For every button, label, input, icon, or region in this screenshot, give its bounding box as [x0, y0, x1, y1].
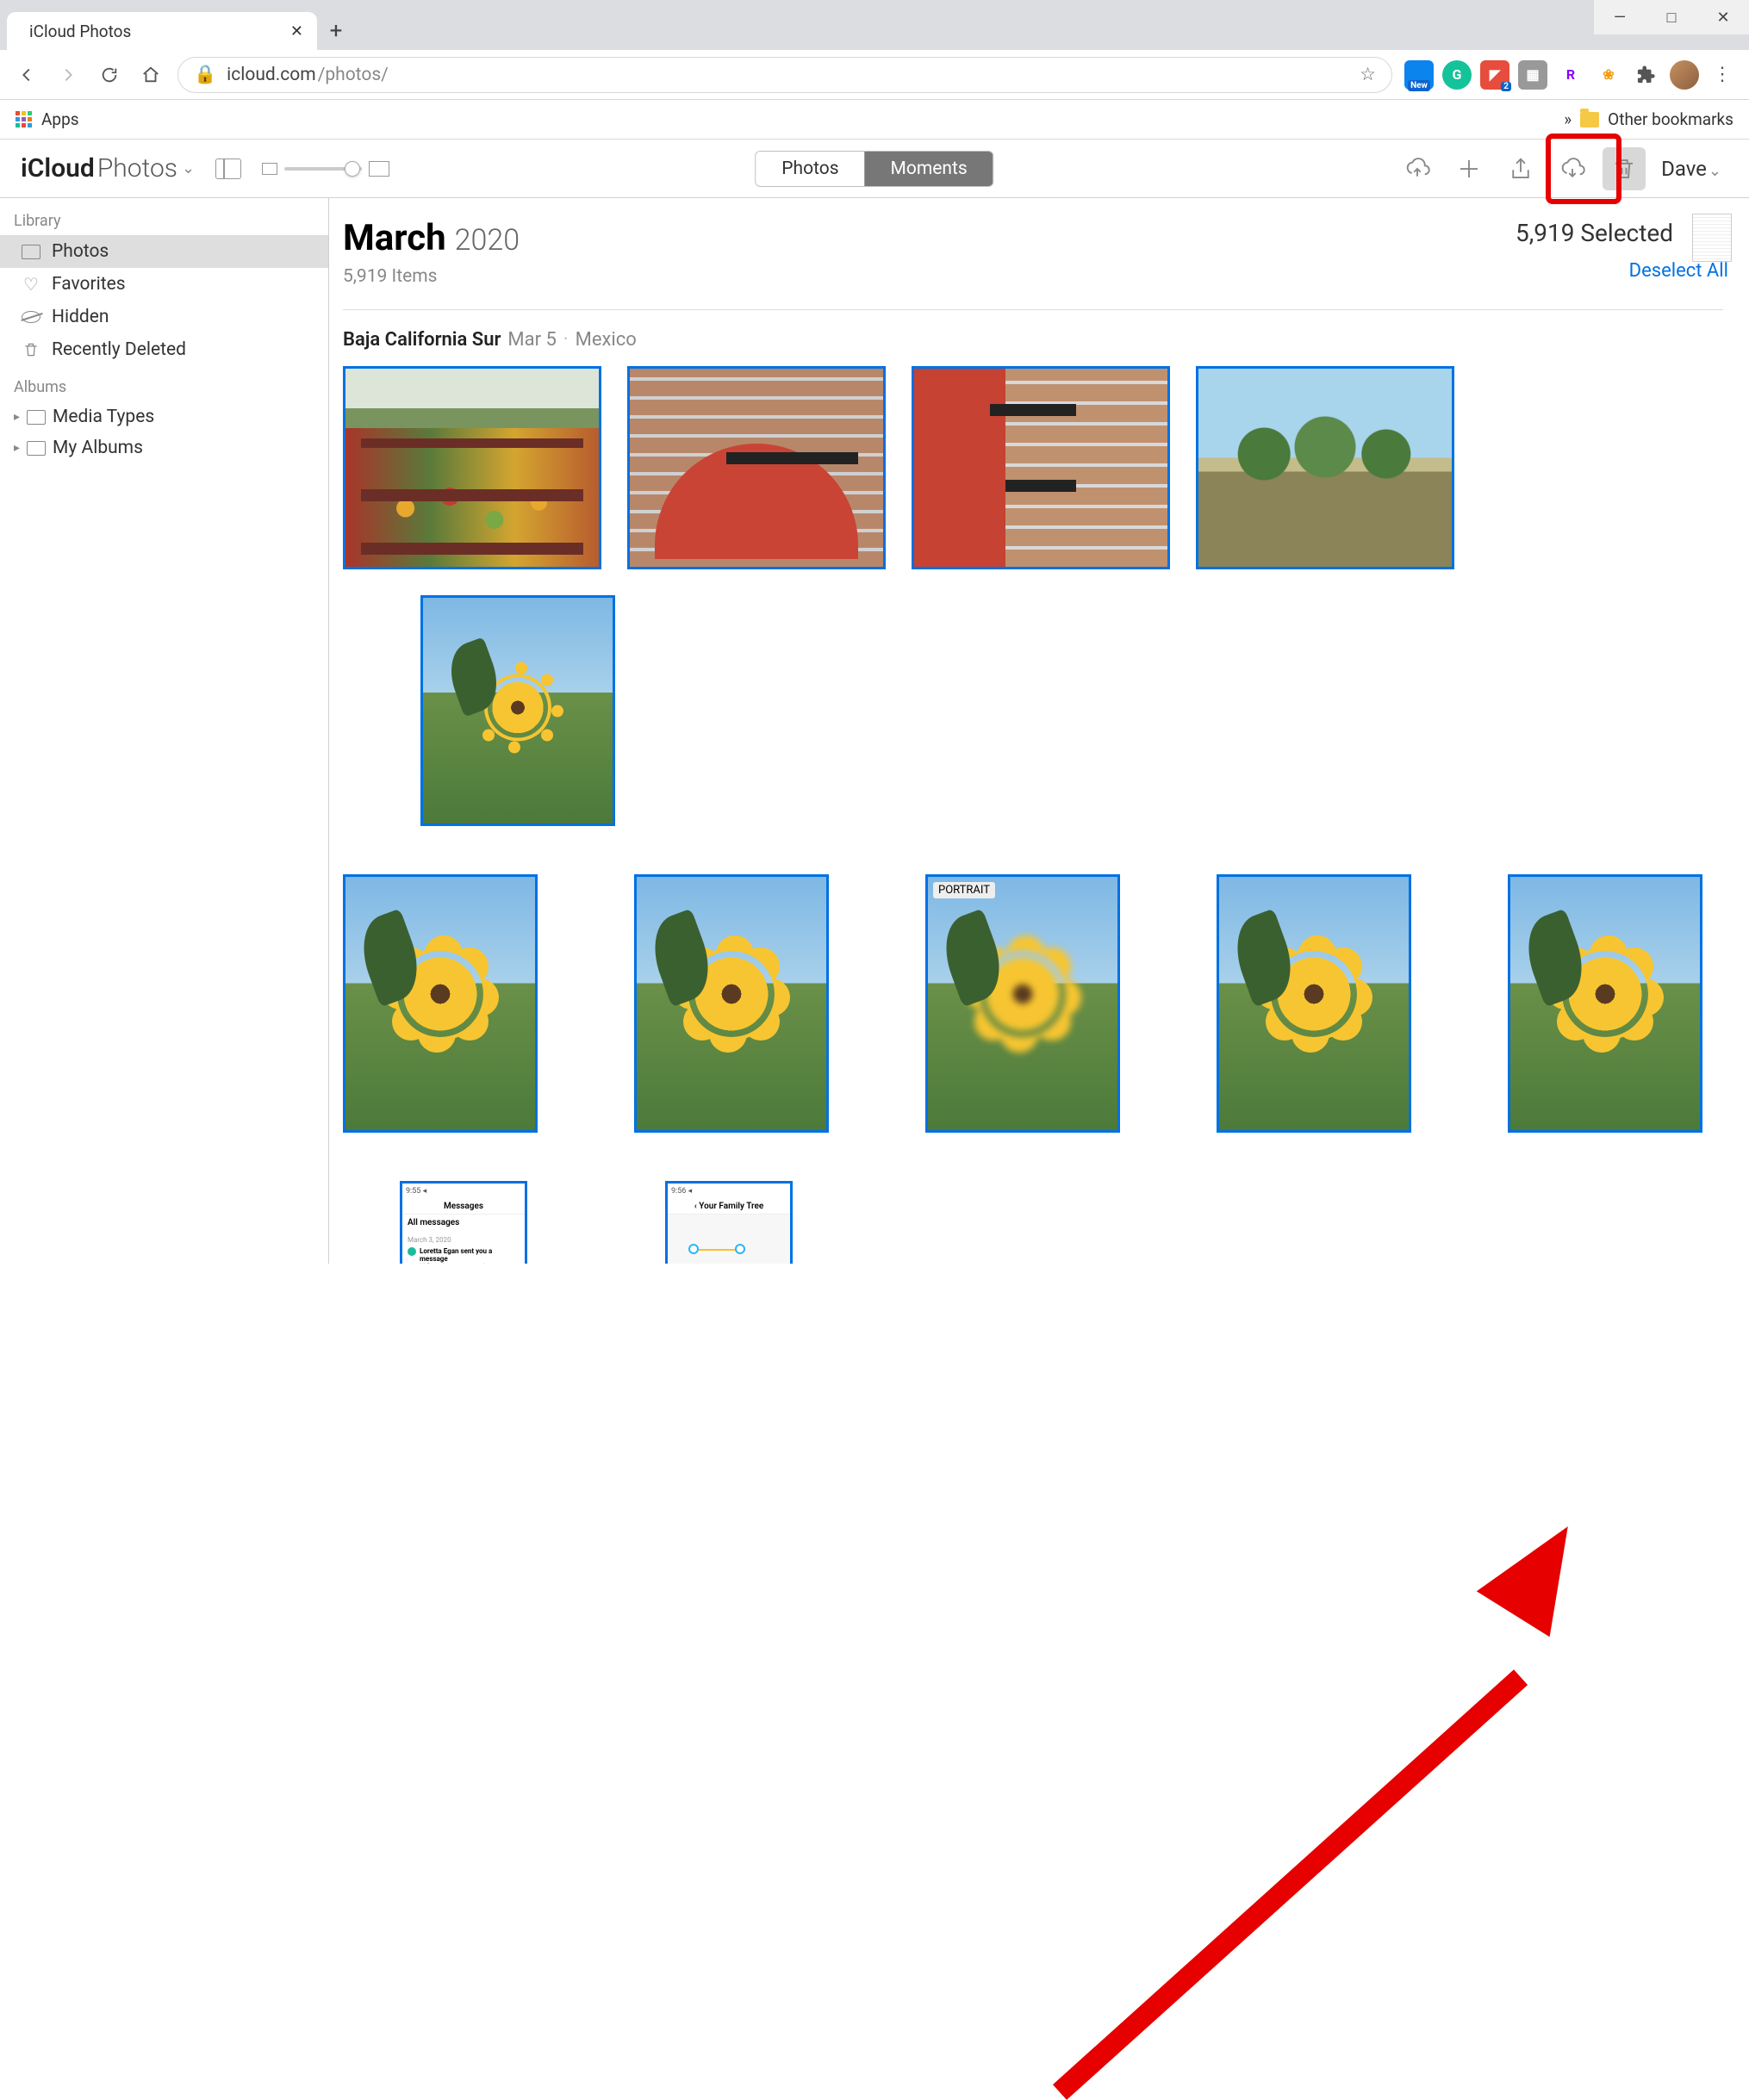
tab-title: iCloud Photos	[29, 22, 131, 41]
screenshot-thumbnail[interactable]: 9:55 ◂ Messages All messages March 3, 20…	[400, 1181, 527, 1264]
highlight-annotation	[1546, 134, 1621, 204]
photos-icon	[22, 245, 40, 259]
new-tab-button[interactable]: +	[317, 12, 355, 50]
photo-grid: 9:55 ◂ Messages All messages March 3, 20…	[343, 1181, 1749, 1264]
sidebar-item-favorites[interactable]: ♡Favorites	[0, 268, 328, 301]
extension-area: New G ◤2 ▦ R ❀ ⋮	[1404, 60, 1737, 90]
minimize-button[interactable]: —	[1594, 0, 1646, 34]
bookmarks-overflow[interactable]: »	[1564, 109, 1572, 129]
extension-icon[interactable]: ▦	[1518, 60, 1547, 90]
folder-icon	[1580, 112, 1599, 127]
selection-count: 5,919 Selected	[1516, 219, 1673, 247]
item-count: 5,919 Items	[343, 266, 1749, 287]
tab-moments[interactable]: Moments	[865, 152, 993, 186]
photo-grid: PORTRAIT	[343, 874, 1749, 1133]
extensions-menu-icon[interactable]	[1632, 60, 1661, 90]
photo-thumbnail[interactable]	[343, 874, 538, 1133]
deselect-all-link[interactable]: Deselect All	[1629, 260, 1728, 282]
close-tab-icon[interactable]: ✕	[290, 22, 303, 40]
extension-icon[interactable]: ❀	[1594, 60, 1623, 90]
extension-icon[interactable]: ◤2	[1480, 60, 1509, 90]
photo-thumbnail[interactable]: PORTRAIT	[925, 874, 1120, 1133]
photo-thumbnail[interactable]	[343, 366, 601, 569]
user-dropdown[interactable]: Dave⌄	[1654, 157, 1728, 181]
share-button[interactable]	[1499, 147, 1542, 190]
album-icon	[27, 441, 46, 456]
grammarly-icon[interactable]: G	[1442, 60, 1472, 90]
message-preview: March 3, 2020 Loretta Egan sent you a me…	[402, 1231, 525, 1264]
star-icon[interactable]: ☆	[1360, 64, 1376, 85]
apps-icon[interactable]	[16, 111, 33, 128]
photo-thumbnail[interactable]	[1196, 366, 1454, 569]
document-thumbnail[interactable]	[1692, 214, 1732, 262]
tree-map	[668, 1215, 790, 1264]
hidden-icon	[22, 311, 40, 323]
screenshot-thumbnail[interactable]: 9:56 ◂ ‹ Your Family Tree	[665, 1181, 793, 1264]
sidebar: Library Photos ♡Favorites Hidden Recentl…	[0, 198, 329, 1264]
photo-thumbnail[interactable]	[634, 874, 829, 1133]
portrait-badge: PORTRAIT	[933, 882, 995, 898]
photo-thumbnail[interactable]	[420, 595, 615, 826]
browser-tab[interactable]: iCloud Photos ✕	[7, 12, 317, 50]
disclosure-icon[interactable]: ▸	[14, 441, 20, 455]
zoom-out-icon	[262, 163, 277, 175]
sidebar-item-hidden[interactable]: Hidden	[0, 301, 328, 333]
bookmarks-bar: Apps » Other bookmarks	[0, 100, 1749, 140]
photo-thumbnail[interactable]	[627, 366, 886, 569]
back-button[interactable]	[12, 60, 41, 90]
photo-grid	[343, 366, 1749, 826]
sidebar-header-library: Library	[0, 207, 328, 235]
other-bookmarks[interactable]: Other bookmarks	[1608, 109, 1733, 129]
disclosure-icon[interactable]: ▸	[14, 410, 20, 424]
app-toolbar: iCloudPhotos⌄ Photos Moments Dave⌄	[0, 140, 1749, 198]
sidebar-header-albums: Albums	[0, 373, 328, 401]
chrome-menu-icon[interactable]: ⋮	[1708, 60, 1737, 90]
url-path: /photos/	[318, 65, 389, 85]
trash-icon	[21, 341, 41, 358]
maximize-button[interactable]: □	[1646, 0, 1697, 34]
sidebar-toggle-icon[interactable]	[215, 158, 241, 179]
app-title-dropdown[interactable]: iCloudPhotos⌄	[21, 153, 195, 183]
forward-button[interactable]	[53, 60, 83, 90]
url-domain: icloud.com	[227, 65, 316, 85]
browser-tab-strip: iCloud Photos ✕ +	[0, 0, 1749, 50]
album-icon	[27, 410, 46, 425]
sidebar-item-deleted[interactable]: Recently Deleted	[0, 333, 328, 366]
sidebar-item-my-albums[interactable]: ▸My Albums	[0, 432, 328, 463]
extension-icon[interactable]: New	[1404, 60, 1434, 90]
home-button[interactable]	[136, 60, 165, 90]
apps-label[interactable]: Apps	[41, 109, 79, 129]
window-controls: — □ ✕	[1594, 0, 1749, 34]
reload-button[interactable]	[95, 60, 124, 90]
photo-thumbnail[interactable]	[912, 366, 1170, 569]
lock-icon: 🔒	[194, 65, 216, 85]
sidebar-item-photos[interactable]: Photos	[0, 235, 328, 268]
browser-toolbar: 🔒 icloud.com/photos/ ☆ New G ◤2 ▦ R ❀ ⋮	[0, 50, 1749, 100]
tab-photos[interactable]: Photos	[756, 152, 864, 186]
profile-avatar[interactable]	[1670, 60, 1699, 90]
moment-header[interactable]: Baja California Sur Mar 5· Mexico	[343, 329, 1749, 351]
zoom-in-icon	[369, 161, 389, 177]
add-button[interactable]	[1447, 147, 1491, 190]
sidebar-item-media-types[interactable]: ▸Media Types	[0, 401, 328, 432]
address-bar[interactable]: 🔒 icloud.com/photos/ ☆	[177, 57, 1392, 93]
heart-icon: ♡	[21, 276, 41, 293]
photo-thumbnail[interactable]	[1217, 874, 1411, 1133]
rakuten-icon[interactable]: R	[1556, 60, 1585, 90]
zoom-slider[interactable]	[262, 161, 389, 177]
view-segmented-control: Photos Moments	[755, 151, 993, 187]
main-content[interactable]: March2020 5,919 Selected 5,919 Items Des…	[329, 198, 1749, 1264]
close-window-button[interactable]: ✕	[1697, 0, 1749, 34]
upload-button[interactable]	[1396, 147, 1439, 190]
slider-track[interactable]	[284, 167, 362, 171]
photo-thumbnail[interactable]	[1508, 874, 1702, 1133]
